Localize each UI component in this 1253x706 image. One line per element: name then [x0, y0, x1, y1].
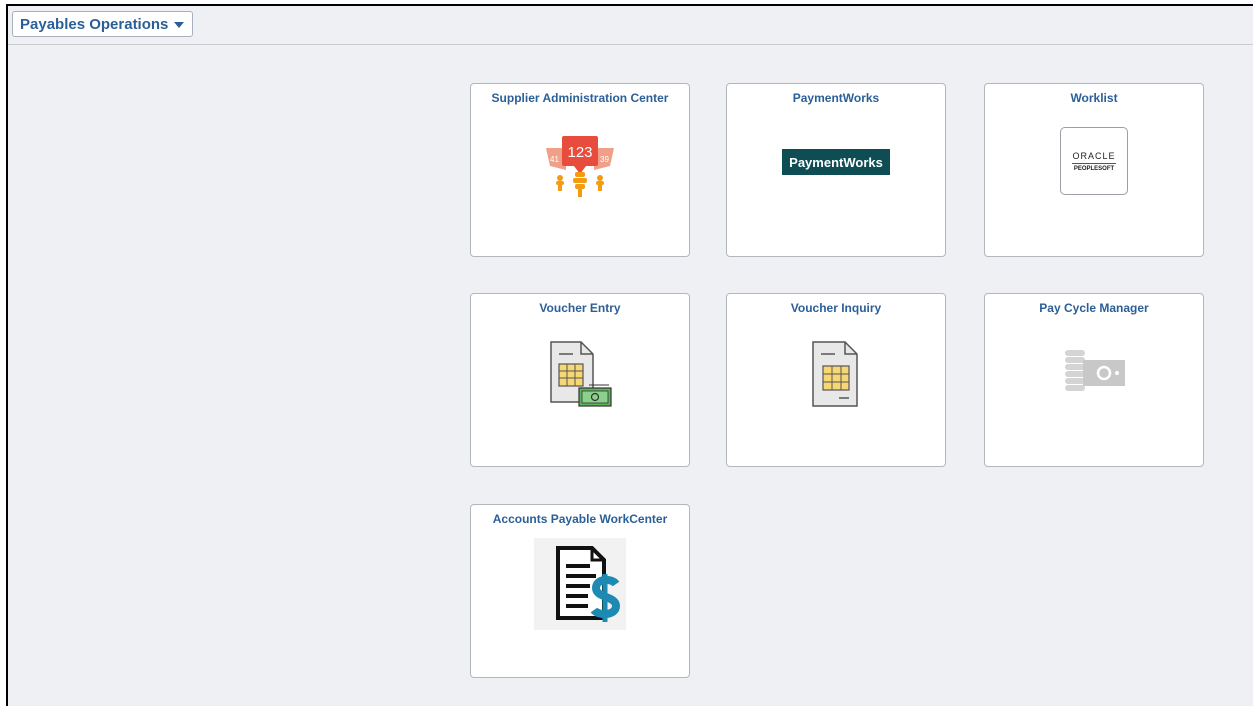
page-title: Payables Operations [20, 15, 169, 33]
tile-title: Accounts Payable WorkCenter [492, 512, 668, 526]
badge-value: 123 [567, 144, 592, 161]
voucher-inquiry-icon [727, 338, 945, 412]
logo-line2: PEOPLESOFT [1073, 165, 1115, 172]
tile-title: PaymentWorks [792, 91, 880, 105]
tile-worklist[interactable]: Worklist ORACLE PEOPLESOFT [984, 83, 1204, 257]
oracle-peoplesoft-logo: ORACLE PEOPLESOFT [985, 127, 1203, 195]
supplier-admin-icon: 41 39 123 [471, 110, 689, 200]
tile-paymentworks[interactable]: PaymentWorks PaymentWorks [726, 83, 946, 257]
tile-voucher-inquiry[interactable]: Voucher Inquiry [726, 293, 946, 467]
tile-title: Supplier Administration Center [491, 91, 669, 105]
paymentworks-logo: PaymentWorks [727, 149, 945, 175]
tile-title: Pay Cycle Manager [1039, 301, 1149, 315]
tile-voucher-entry[interactable]: Voucher Entry [470, 293, 690, 467]
paymentworks-logo-text: PaymentWorks [782, 149, 890, 175]
tile-title: Voucher Entry [539, 301, 621, 315]
app-frame: Payables Operations Supplier Administrat… [6, 4, 1253, 706]
pay-cycle-icon [985, 342, 1203, 402]
side-right-value: 39 [600, 155, 609, 164]
ap-workcenter-icon [471, 538, 689, 630]
tile-pay-cycle-manager[interactable]: Pay Cycle Manager [984, 293, 1204, 467]
page-header: Payables Operations [8, 6, 1253, 45]
tile-accounts-payable-workcenter[interactable]: Accounts Payable WorkCenter [470, 504, 690, 678]
voucher-entry-icon [471, 338, 689, 412]
logo-line1: ORACLE [1072, 151, 1116, 164]
page-selector-button[interactable]: Payables Operations [12, 11, 194, 37]
side-left-value: 41 [550, 155, 559, 164]
dropdown-caret-icon [174, 22, 185, 28]
tile-title: Worklist [1070, 91, 1118, 105]
tile-supplier-administration-center[interactable]: Supplier Administration Center 41 39 123 [470, 83, 690, 257]
tile-title: Voucher Inquiry [790, 301, 882, 315]
